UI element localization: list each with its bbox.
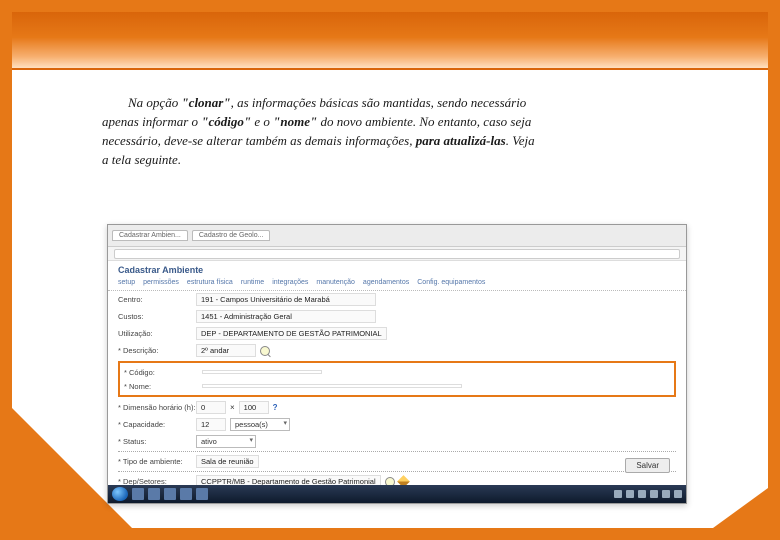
text: e o	[251, 114, 273, 129]
url-input[interactable]	[114, 249, 680, 259]
system-tray	[614, 490, 682, 498]
centro-value: 191 - Campos Universitário de Marabá	[196, 293, 376, 306]
field-row-centro: Centro: 191 - Campos Universitário de Ma…	[108, 291, 686, 308]
field-row-custos: Custos: 1451 - Administração Geral	[108, 308, 686, 325]
nome-label: * Nome:	[124, 382, 202, 391]
taskbar	[108, 485, 686, 503]
status-label: * Status:	[118, 437, 196, 446]
menu-item[interactable]: setup	[118, 279, 135, 286]
x-icon: ×	[230, 403, 235, 412]
header-band	[12, 12, 768, 70]
dimensao-m-input[interactable]: 100	[239, 401, 269, 414]
address-bar	[108, 247, 686, 261]
field-row-capacidade: * Capacidade: 12 pessoa(s)	[108, 416, 686, 433]
menu-item[interactable]: integrações	[272, 279, 308, 286]
field-row-status: * Status: ativo	[108, 433, 686, 450]
tray-icon[interactable]	[650, 490, 658, 498]
codigo-input[interactable]	[202, 370, 322, 374]
field-row-nome: * Nome:	[120, 379, 674, 393]
field-row-utilizacao: Utilização: DEP - DEPARTAMENTO DE GESTÃO…	[108, 325, 686, 342]
page-title: Cadastrar Ambiente	[108, 261, 686, 277]
clonar-term: "clonar"	[181, 95, 230, 110]
corner-accent-bottom-right	[713, 488, 768, 528]
menu-item[interactable]: Config. equipamentos	[417, 279, 485, 286]
dimensao-label: * Dimensão horário (h):	[118, 403, 196, 412]
capacidade-input[interactable]: 12	[196, 418, 226, 431]
codigo-label: * Código:	[124, 368, 202, 377]
capacidade-label: * Capacidade:	[118, 420, 196, 429]
search-icon[interactable]	[260, 346, 270, 356]
nome-term: "nome"	[273, 114, 317, 129]
utilizacao-label: Utilização:	[118, 329, 196, 338]
embedded-screenshot: Cadastrar Ambien... Cadastro de Geolo...…	[107, 224, 687, 504]
codigo-term: "código"	[201, 114, 251, 129]
menu-item[interactable]: permissões	[143, 279, 179, 286]
nome-input[interactable]	[202, 384, 462, 388]
tipo-ambiente-value: Sala de reunião	[196, 455, 259, 468]
salvar-button[interactable]: Salvar	[625, 458, 670, 473]
dimensao-h-input[interactable]: 0	[196, 401, 226, 414]
status-dropdown[interactable]: ativo	[196, 435, 256, 448]
divider	[118, 471, 676, 472]
menu-item[interactable]: runtime	[241, 279, 264, 286]
custos-label: Custos:	[118, 312, 196, 321]
pessoas-dropdown[interactable]: pessoa(s)	[230, 418, 290, 431]
tray-icon[interactable]	[614, 490, 622, 498]
descricao-label: * Descrição:	[118, 346, 196, 355]
browser-tab[interactable]: Cadastro de Geolo...	[192, 230, 271, 241]
field-row-tipo-ambiente: * Tipo de ambiente: Sala de reunião	[108, 453, 686, 470]
tray-icon[interactable]	[674, 490, 682, 498]
menu-item[interactable]: manutenção	[316, 279, 355, 286]
task-icon[interactable]	[132, 488, 144, 500]
slide-frame: Na opção "clonar", as informações básica…	[0, 0, 780, 540]
nav-menu: setup permissões estrutura física runtim…	[108, 277, 686, 291]
task-icon[interactable]	[196, 488, 208, 500]
field-row-dimensao: * Dimensão horário (h): 0 × 100 ?	[108, 399, 686, 416]
browser-tab[interactable]: Cadastrar Ambien...	[112, 230, 188, 241]
highlighted-fields: * Código: * Nome:	[118, 361, 676, 397]
divider	[118, 451, 676, 452]
custos-value: 1451 - Administração Geral	[196, 310, 376, 323]
text: Na opção	[128, 95, 181, 110]
descricao-value: 2º andar	[196, 344, 256, 357]
utilizacao-value: DEP - DEPARTAMENTO DE GESTÃO PATRIMONIAL	[196, 327, 387, 340]
menu-item[interactable]: agendamentos	[363, 279, 409, 286]
tipo-ambiente-label: * Tipo de ambiente:	[118, 457, 196, 466]
tray-icon[interactable]	[662, 490, 670, 498]
help-icon[interactable]: ?	[273, 403, 278, 412]
task-icon[interactable]	[148, 488, 160, 500]
start-button-icon[interactable]	[112, 487, 128, 501]
centro-label: Centro:	[118, 295, 196, 304]
tray-icon[interactable]	[626, 490, 634, 498]
task-icon[interactable]	[180, 488, 192, 500]
task-icon[interactable]	[164, 488, 176, 500]
menu-item[interactable]: estrutura física	[187, 279, 233, 286]
browser-tab-strip: Cadastrar Ambien... Cadastro de Geolo...	[108, 225, 686, 247]
field-row-codigo: * Código:	[120, 365, 674, 379]
field-row-descricao: * Descrição: 2º andar	[108, 342, 686, 359]
instruction-paragraph: Na opção "clonar", as informações básica…	[102, 94, 542, 169]
tray-icon[interactable]	[638, 490, 646, 498]
atualiza-term: para atualizá-las	[416, 133, 506, 148]
